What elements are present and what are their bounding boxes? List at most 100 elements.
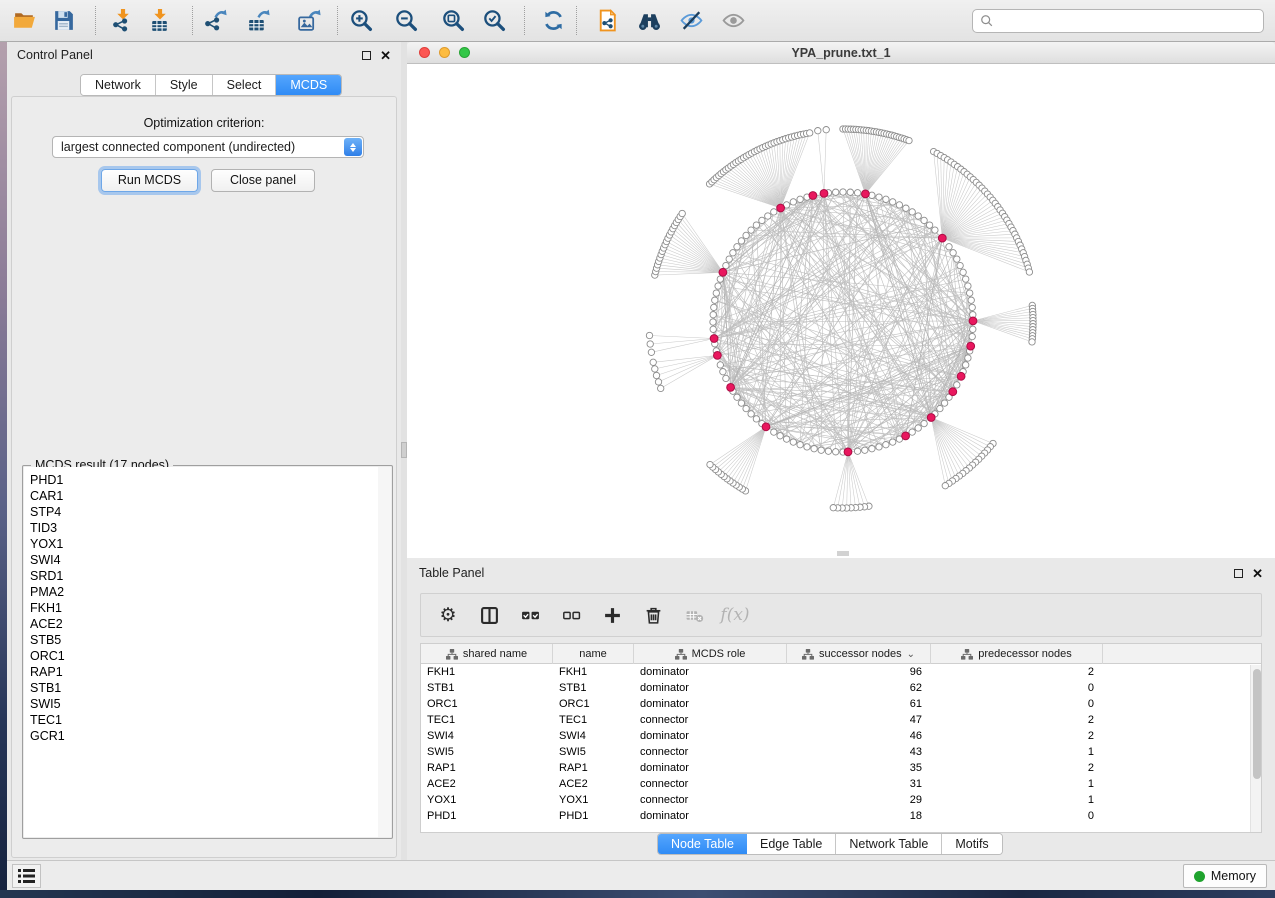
tab-mcds[interactable]: MCDS <box>276 75 341 95</box>
mcds-result-item[interactable]: YOX1 <box>24 536 378 552</box>
mcds-result-item[interactable]: ORC1 <box>24 648 378 664</box>
table-cell[interactable]: PHD1 <box>553 808 634 824</box>
mcds-result-item[interactable]: STB1 <box>24 680 378 696</box>
tab-motifs[interactable]: Motifs <box>942 834 1001 854</box>
export-image-icon[interactable] <box>295 7 322 34</box>
table-cell[interactable]: 1 <box>931 776 1103 792</box>
mcds-result-scrollbar[interactable] <box>378 467 391 837</box>
zoom-out-icon[interactable] <box>393 7 420 34</box>
column-header-name[interactable]: name <box>553 644 634 664</box>
table-cell[interactable]: 35 <box>787 760 931 776</box>
open-session-icon[interactable] <box>11 7 38 34</box>
mcds-result-item[interactable]: SRD1 <box>24 568 378 584</box>
mcds-result-item[interactable]: TID3 <box>24 520 378 536</box>
mcds-result-item[interactable]: RAP1 <box>24 664 378 680</box>
import-table-icon[interactable] <box>146 7 173 34</box>
minimize-window-icon[interactable] <box>439 47 450 58</box>
table-cell[interactable]: YOX1 <box>421 792 553 808</box>
hide-selected-icon[interactable] <box>678 7 705 34</box>
tab-edge-table[interactable]: Edge Table <box>747 834 836 854</box>
close-panel-button[interactable]: Close panel <box>211 169 315 192</box>
close-window-icon[interactable] <box>419 47 430 58</box>
tab-network-table[interactable]: Network Table <box>836 834 942 854</box>
table-cell[interactable]: 61 <box>787 696 931 712</box>
network-canvas[interactable] <box>407 64 1275 558</box>
search-input[interactable] <box>994 12 1263 30</box>
column-header-shared-name[interactable]: shared name <box>421 644 553 664</box>
delete-columns-icon[interactable] <box>643 605 663 625</box>
table-cell[interactable]: connector <box>634 776 787 792</box>
table-cell[interactable]: STB1 <box>553 680 634 696</box>
column-header-MCDS-role[interactable]: MCDS role <box>634 644 787 664</box>
table-cell[interactable]: 29 <box>787 792 931 808</box>
mcds-result-item[interactable]: STB5 <box>24 632 378 648</box>
mcds-result-item[interactable]: PHD1 <box>24 472 378 488</box>
network-window-titlebar[interactable]: YPA_prune.txt_1 <box>407 42 1275 64</box>
mcds-result-item[interactable]: GCR1 <box>24 728 378 744</box>
canvas-hscroll-thumb[interactable] <box>837 551 849 556</box>
table-cell[interactable]: 1 <box>931 792 1103 808</box>
table-row[interactable]: PHD1PHD1dominator180 <box>421 808 1261 824</box>
run-mcds-button[interactable]: Run MCDS <box>101 169 198 192</box>
tab-network[interactable]: Network <box>81 75 156 95</box>
table-cell[interactable]: 0 <box>931 696 1103 712</box>
table-cell[interactable]: dominator <box>634 760 787 776</box>
table-cell[interactable]: PHD1 <box>421 808 553 824</box>
table-cell[interactable]: YOX1 <box>553 792 634 808</box>
refresh-layout-icon[interactable] <box>540 7 567 34</box>
mcds-result-item[interactable]: STP4 <box>24 504 378 520</box>
table-row[interactable]: RAP1RAP1dominator352 <box>421 760 1261 776</box>
network-view[interactable] <box>407 64 1275 558</box>
table-cell[interactable]: ORC1 <box>421 696 553 712</box>
table-cell[interactable]: 31 <box>787 776 931 792</box>
mcds-result-list[interactable]: PHD1CAR1STP4TID3YOX1SWI4SRD1PMA2FKH1ACE2… <box>24 467 379 837</box>
table-cell[interactable]: SWI5 <box>553 744 634 760</box>
table-cell[interactable]: FKH1 <box>553 664 634 680</box>
table-cell[interactable]: 47 <box>787 712 931 728</box>
table-row[interactable]: ACE2ACE2connector311 <box>421 776 1261 792</box>
export-network-icon[interactable] <box>201 7 228 34</box>
table-cell[interactable]: 2 <box>931 712 1103 728</box>
mcds-result-item[interactable]: SWI4 <box>24 552 378 568</box>
float-panel-icon[interactable] <box>362 51 371 60</box>
table-cell[interactable]: dominator <box>634 696 787 712</box>
close-panel-icon[interactable]: ✕ <box>1252 569 1263 578</box>
table-cell[interactable]: RAP1 <box>553 760 634 776</box>
table-cell[interactable]: TEC1 <box>553 712 634 728</box>
zoom-in-icon[interactable] <box>348 7 375 34</box>
table-row[interactable]: YOX1YOX1connector291 <box>421 792 1261 808</box>
table-cell[interactable]: connector <box>634 792 787 808</box>
mcds-result-item[interactable]: PMA2 <box>24 584 378 600</box>
table-cell[interactable]: 62 <box>787 680 931 696</box>
table-row[interactable]: FKH1FKH1dominator962 <box>421 664 1261 680</box>
table-cell[interactable]: dominator <box>634 808 787 824</box>
zoom-selected-icon[interactable] <box>481 7 508 34</box>
table-row[interactable]: SWI4SWI4dominator462 <box>421 728 1261 744</box>
zoom-fit-icon[interactable] <box>440 7 467 34</box>
show-all-icon[interactable] <box>720 7 747 34</box>
new-network-from-selection-icon[interactable] <box>594 7 621 34</box>
mcds-result-item[interactable]: TEC1 <box>24 712 378 728</box>
table-settings-icon[interactable]: ⚙ <box>438 605 458 625</box>
import-network-icon[interactable] <box>109 7 136 34</box>
column-header-predecessor-nodes[interactable]: predecessor nodes <box>931 644 1103 664</box>
table-cell[interactable]: dominator <box>634 728 787 744</box>
table-cell[interactable]: ACE2 <box>421 776 553 792</box>
column-header-successor-nodes[interactable]: successor nodes⌄ <box>787 644 931 664</box>
table-cell[interactable]: dominator <box>634 664 787 680</box>
table-cell[interactable]: STB1 <box>421 680 553 696</box>
export-table-icon[interactable] <box>244 7 271 34</box>
create-column-icon[interactable] <box>602 605 622 625</box>
tab-select[interactable]: Select <box>213 75 277 95</box>
table-cell[interactable]: 2 <box>931 760 1103 776</box>
table-cell[interactable]: 43 <box>787 744 931 760</box>
show-columns-icon[interactable] <box>479 605 499 625</box>
zoom-window-icon[interactable] <box>459 47 470 58</box>
save-session-icon[interactable] <box>50 7 77 34</box>
table-cell[interactable]: 1 <box>931 744 1103 760</box>
table-cell[interactable]: SWI4 <box>421 728 553 744</box>
table-row[interactable]: TEC1TEC1connector472 <box>421 712 1261 728</box>
mcds-result-item[interactable]: SWI5 <box>24 696 378 712</box>
table-row[interactable]: ORC1ORC1dominator610 <box>421 696 1261 712</box>
table-scrollbar-thumb[interactable] <box>1253 669 1261 779</box>
